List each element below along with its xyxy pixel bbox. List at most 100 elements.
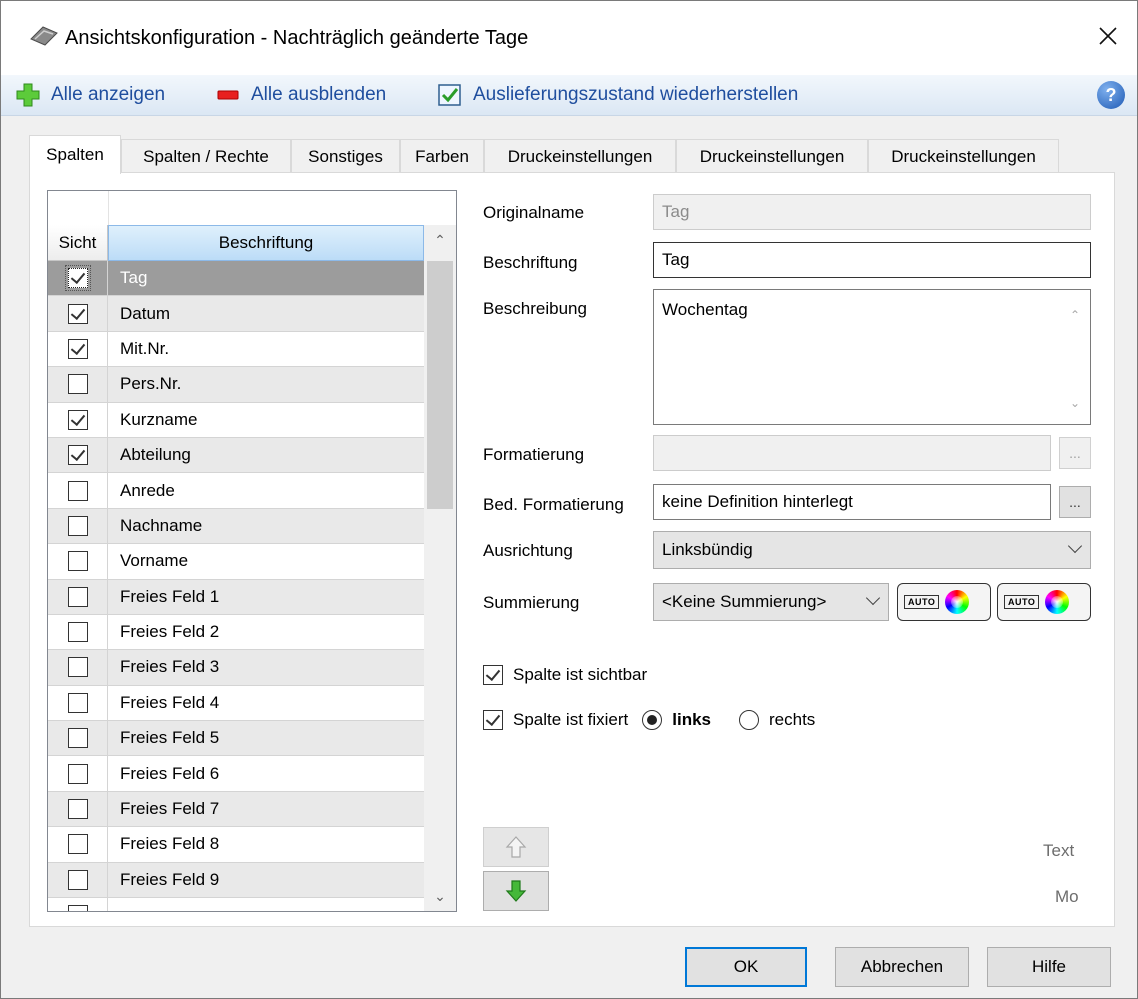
row-visible-checkbox[interactable] <box>67 480 88 501</box>
show-all-button[interactable]: Alle anzeigen <box>15 79 165 111</box>
visible-checkbox-row[interactable]: Spalte ist sichtbar <box>483 665 647 685</box>
arrow-up-icon <box>505 836 527 858</box>
row-label: Freies Feld 6 <box>120 763 220 783</box>
move-down-button[interactable] <box>483 871 549 911</box>
help-icon[interactable]: ? <box>1097 81 1125 109</box>
table-row[interactable]: Freies Feld 4 <box>48 685 424 722</box>
beschreibung-label: Beschreibung <box>483 299 587 318</box>
fixed-checkbox[interactable] <box>483 710 503 730</box>
bed-formatierung-field: keine Definition hinterlegt <box>653 484 1051 520</box>
row-visible-checkbox[interactable] <box>67 799 88 820</box>
hide-all-button[interactable]: Alle ausblenden <box>215 79 386 111</box>
row-visible-checkbox[interactable] <box>67 763 88 784</box>
table-row[interactable]: Freies Feld 7 <box>48 791 424 828</box>
table-row[interactable]: Freies Feld 5 <box>48 721 424 757</box>
row-visible-checkbox[interactable] <box>67 834 88 855</box>
row-visible-checkbox[interactable] <box>64 265 91 292</box>
toolbar: Alle anzeigen Alle ausblenden Auslieferu… <box>1 75 1137 116</box>
table-row[interactable]: Nachname <box>48 508 424 545</box>
row-visible-checkbox[interactable] <box>67 657 88 678</box>
ausrichtung-dropdown[interactable]: Linksbündig <box>653 531 1091 569</box>
cancel-button[interactable]: Abbrechen <box>835 947 969 987</box>
move-up-button[interactable] <box>483 827 549 867</box>
table-row[interactable]: Freies Feld 9 <box>48 862 424 899</box>
textarea-scroll-down-icon[interactable]: ⌄ <box>1070 396 1080 410</box>
table-row[interactable]: Datum <box>48 296 424 332</box>
row-visible-checkbox[interactable] <box>67 551 88 572</box>
tab-druckeinstellungen-2[interactable]: Druckeinstellungen <box>676 139 868 173</box>
visible-checkbox[interactable] <box>483 665 503 685</box>
beschreibung-textarea[interactable]: Wochentag ⌃ ⌄ <box>653 289 1091 425</box>
row-label: Freies Feld 1 <box>108 579 424 614</box>
fixed-checkbox-row[interactable]: Spalte ist fixiert links rechts <box>483 710 815 730</box>
restore-defaults-label: Auslieferungszustand wiederherstellen <box>473 84 799 105</box>
row-label: Datum <box>108 296 424 331</box>
formatierung-field <box>653 435 1051 471</box>
summierung-label: Summierung <box>483 593 580 612</box>
tab-spalten[interactable]: Spalten <box>29 135 121 174</box>
scroll-up-icon[interactable]: ⌃ <box>424 225 456 255</box>
grid-body: Tag Datum Mit.Nr. Pers.Nr. Kurzname Abteilung… <box>48 261 424 911</box>
row-visible-cell <box>48 331 108 367</box>
row-visible-checkbox[interactable] <box>67 586 88 607</box>
row-visible-cell <box>48 791 108 827</box>
textarea-scroll-up-icon[interactable]: ⌃ <box>1070 308 1080 322</box>
chevron-down-icon <box>865 590 881 606</box>
table-row[interactable]: Freies Feld 6 <box>48 756 424 792</box>
table-row[interactable] <box>48 898 424 911</box>
table-row[interactable]: Abteilung <box>48 437 424 474</box>
row-visible-checkbox[interactable] <box>67 338 88 359</box>
row-visible-checkbox[interactable] <box>67 515 88 536</box>
scroll-down-icon[interactable]: ⌄ <box>424 881 456 911</box>
column-header-label[interactable]: Beschriftung <box>108 225 424 261</box>
table-row[interactable]: Vorname <box>48 544 424 580</box>
background-color-button[interactable]: AUTO <box>997 583 1091 621</box>
grid-scrollbar[interactable]: ⌃ ⌄ <box>424 225 456 911</box>
table-row[interactable]: Kurzname <box>48 402 424 438</box>
visible-checkbox-label: Spalte ist sichtbar <box>513 665 648 684</box>
tab-sonstiges[interactable]: Sonstiges <box>291 139 400 173</box>
restore-defaults-button[interactable]: Auslieferungszustand wiederherstellen <box>437 79 798 111</box>
row-visible-checkbox[interactable] <box>67 622 88 643</box>
fixed-checkbox-label: Spalte ist fixiert <box>513 710 629 729</box>
scroll-thumb[interactable] <box>427 261 453 509</box>
tab-spalten-rechte[interactable]: Spalten / Rechte <box>121 139 291 173</box>
row-visible-cell <box>48 402 108 437</box>
table-row[interactable]: Freies Feld 3 <box>48 650 424 686</box>
row-label: Freies Feld 4 <box>120 692 220 712</box>
ok-button[interactable]: OK <box>685 947 807 987</box>
tab-druckeinstellungen-3[interactable]: Druckeinstellungen <box>868 139 1059 173</box>
row-visible-checkbox[interactable] <box>67 905 88 911</box>
table-row[interactable]: Freies Feld 2 <box>48 614 424 651</box>
tab-farben[interactable]: Farben <box>400 139 484 173</box>
textarea-scrollbar[interactable]: ⌃ ⌄ <box>1062 290 1090 424</box>
table-row[interactable]: Freies Feld 1 <box>48 579 424 615</box>
tab-druckeinstellungen-1[interactable]: Druckeinstellungen <box>484 139 676 173</box>
table-row[interactable]: Freies Feld 8 <box>48 827 424 863</box>
bed-formatierung-browse-button[interactable]: ... <box>1059 486 1091 518</box>
row-visible-checkbox[interactable] <box>67 303 88 324</box>
row-visible-checkbox[interactable] <box>67 869 88 890</box>
plus-icon <box>16 83 40 107</box>
column-header-visible[interactable]: Sicht <box>48 225 108 261</box>
close-icon[interactable] <box>1091 19 1125 53</box>
row-visible-checkbox[interactable] <box>67 692 88 713</box>
row-visible-checkbox[interactable] <box>67 445 88 466</box>
table-row[interactable]: Anrede <box>48 473 424 509</box>
table-row[interactable]: Pers.Nr. <box>48 367 424 403</box>
row-visible-cell <box>48 898 108 911</box>
radio-right[interactable] <box>739 710 760 730</box>
beschriftung-field[interactable]: Tag <box>653 242 1091 278</box>
color-wheel-icon <box>945 590 970 614</box>
row-label: Pers.Nr. <box>108 367 424 402</box>
row-visible-checkbox[interactable] <box>67 409 88 430</box>
row-visible-checkbox[interactable] <box>67 728 88 749</box>
help-button[interactable]: Hilfe <box>987 947 1111 987</box>
table-row[interactable]: Tag <box>48 261 424 297</box>
formatierung-browse-button[interactable]: ... <box>1059 437 1091 469</box>
text-color-button[interactable]: AUTO <box>897 583 991 621</box>
summierung-dropdown[interactable]: <Keine Summierung> <box>653 583 889 621</box>
row-visible-checkbox[interactable] <box>67 374 88 395</box>
radio-left[interactable] <box>642 710 663 730</box>
table-row[interactable]: Mit.Nr. <box>48 331 424 368</box>
